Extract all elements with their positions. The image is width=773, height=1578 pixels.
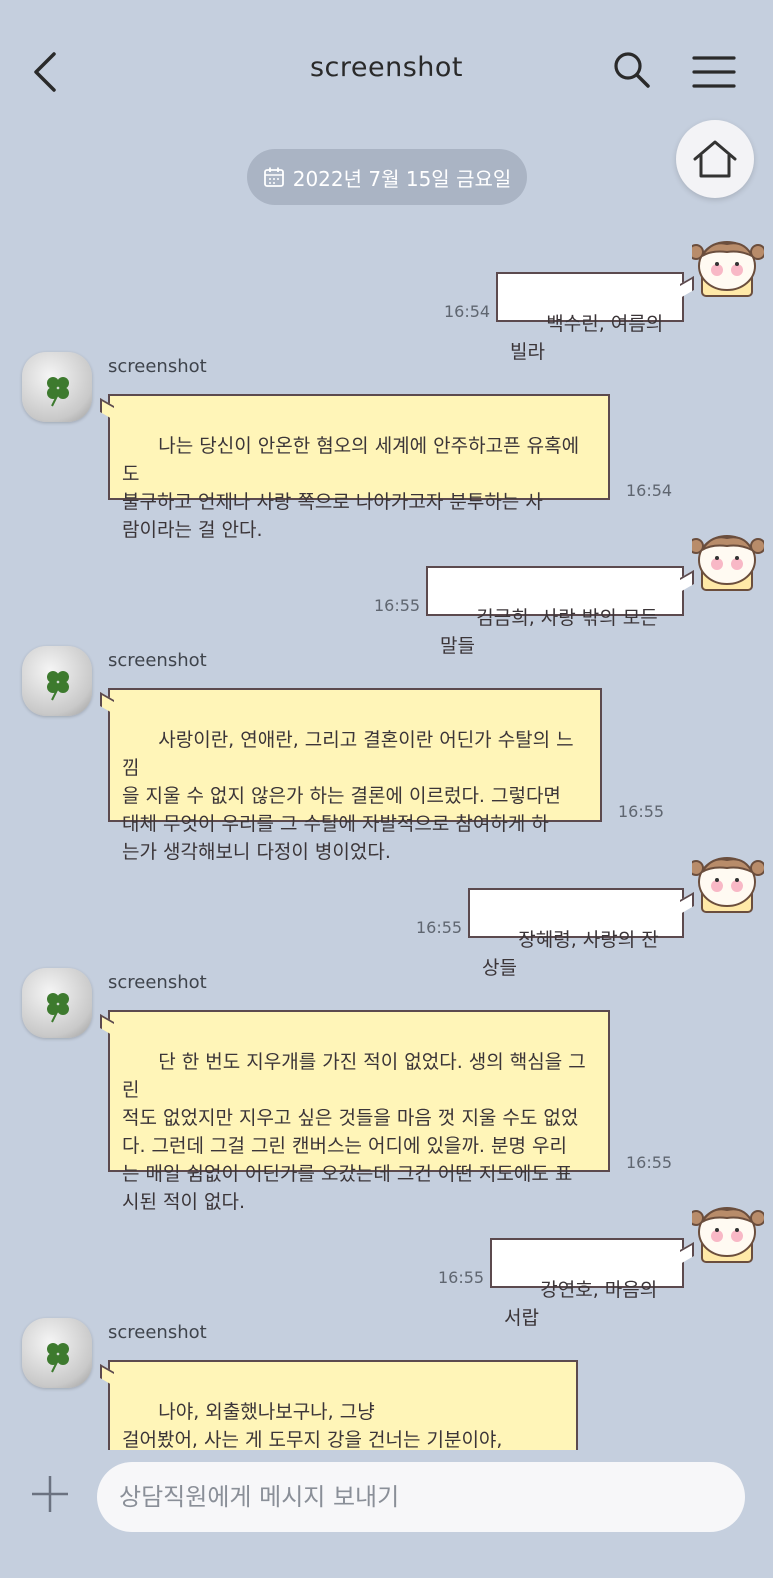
home-icon xyxy=(693,140,737,178)
cow-avatar-icon xyxy=(688,1204,766,1268)
message-time: 16:55 xyxy=(374,596,421,615)
cow-avatar-icon xyxy=(688,238,766,302)
message-time: 16:54 xyxy=(626,481,673,500)
message-text: 장혜령, 사랑의 잔상들 xyxy=(482,929,659,979)
message-time: 16:55 xyxy=(626,1153,673,1172)
message-time: 16:55 xyxy=(618,802,665,821)
clover-icon xyxy=(47,671,69,701)
hamburger-menu-icon xyxy=(692,56,736,88)
message-text: 단 한 번도 지우개를 가진 적이 없었다. 생의 핵심을 그린 적도 없었지만… xyxy=(122,1051,586,1213)
clover-icon xyxy=(47,377,69,407)
message-text: 김금희, 사랑 밖의 모든 말들 xyxy=(440,607,664,657)
message-text: 나는 당신이 안온한 혐오의 세계에 안주하고픈 유혹에도 불구하고 언제나 사… xyxy=(122,435,580,541)
chat-title: screenshot xyxy=(309,52,464,83)
message-text: 나야, 외출했나보구나, 그냥 걸어봤어, 사는 게 도무지 강을 건너는 기분… xyxy=(122,1401,503,1450)
message-time: 16:55 xyxy=(416,918,463,937)
clover-icon xyxy=(47,1343,69,1373)
clover-icon xyxy=(47,993,69,1023)
search-icon xyxy=(614,52,650,88)
plus-icon xyxy=(32,1476,68,1512)
date-label: 2022년 7월 15일 금요일 xyxy=(292,166,512,191)
search-button[interactable] xyxy=(612,50,652,90)
chat-list[interactable]: 백수린, 여름의 빌라 16:54 screenshot 나는 당신이 안온한 … xyxy=(0,210,773,1450)
sender-name: screenshot xyxy=(108,972,207,993)
home-button[interactable] xyxy=(676,120,754,198)
sender-name: screenshot xyxy=(108,650,207,671)
profile-avatar[interactable] xyxy=(22,1318,92,1388)
message-time: 16:55 xyxy=(438,1268,485,1287)
profile-avatar[interactable] xyxy=(22,646,92,716)
menu-button[interactable] xyxy=(692,52,736,92)
sender-name: screenshot xyxy=(108,356,207,377)
message-text: 백수린, 여름의 빌라 xyxy=(510,313,670,363)
date-divider: 2022년 7월 15일 금요일 xyxy=(247,149,527,205)
message-composer xyxy=(0,1450,773,1578)
header: screenshot xyxy=(0,0,773,140)
cow-avatar-icon xyxy=(688,532,766,596)
message-text: 강연호, 마음의 서랍 xyxy=(504,1279,664,1329)
message-input[interactable] xyxy=(97,1462,745,1532)
cow-avatar-icon xyxy=(688,854,766,918)
message-time: 16:54 xyxy=(444,302,491,321)
calendar-icon xyxy=(263,167,284,187)
sender-name: screenshot xyxy=(108,1322,207,1343)
attach-button[interactable] xyxy=(30,1474,70,1514)
profile-avatar[interactable] xyxy=(22,968,92,1038)
profile-avatar[interactable] xyxy=(22,352,92,422)
message-text: 사랑이란, 연애란, 그리고 결혼이란 어딘가 수탈의 느낌 을 지울 수 없지… xyxy=(122,729,574,863)
